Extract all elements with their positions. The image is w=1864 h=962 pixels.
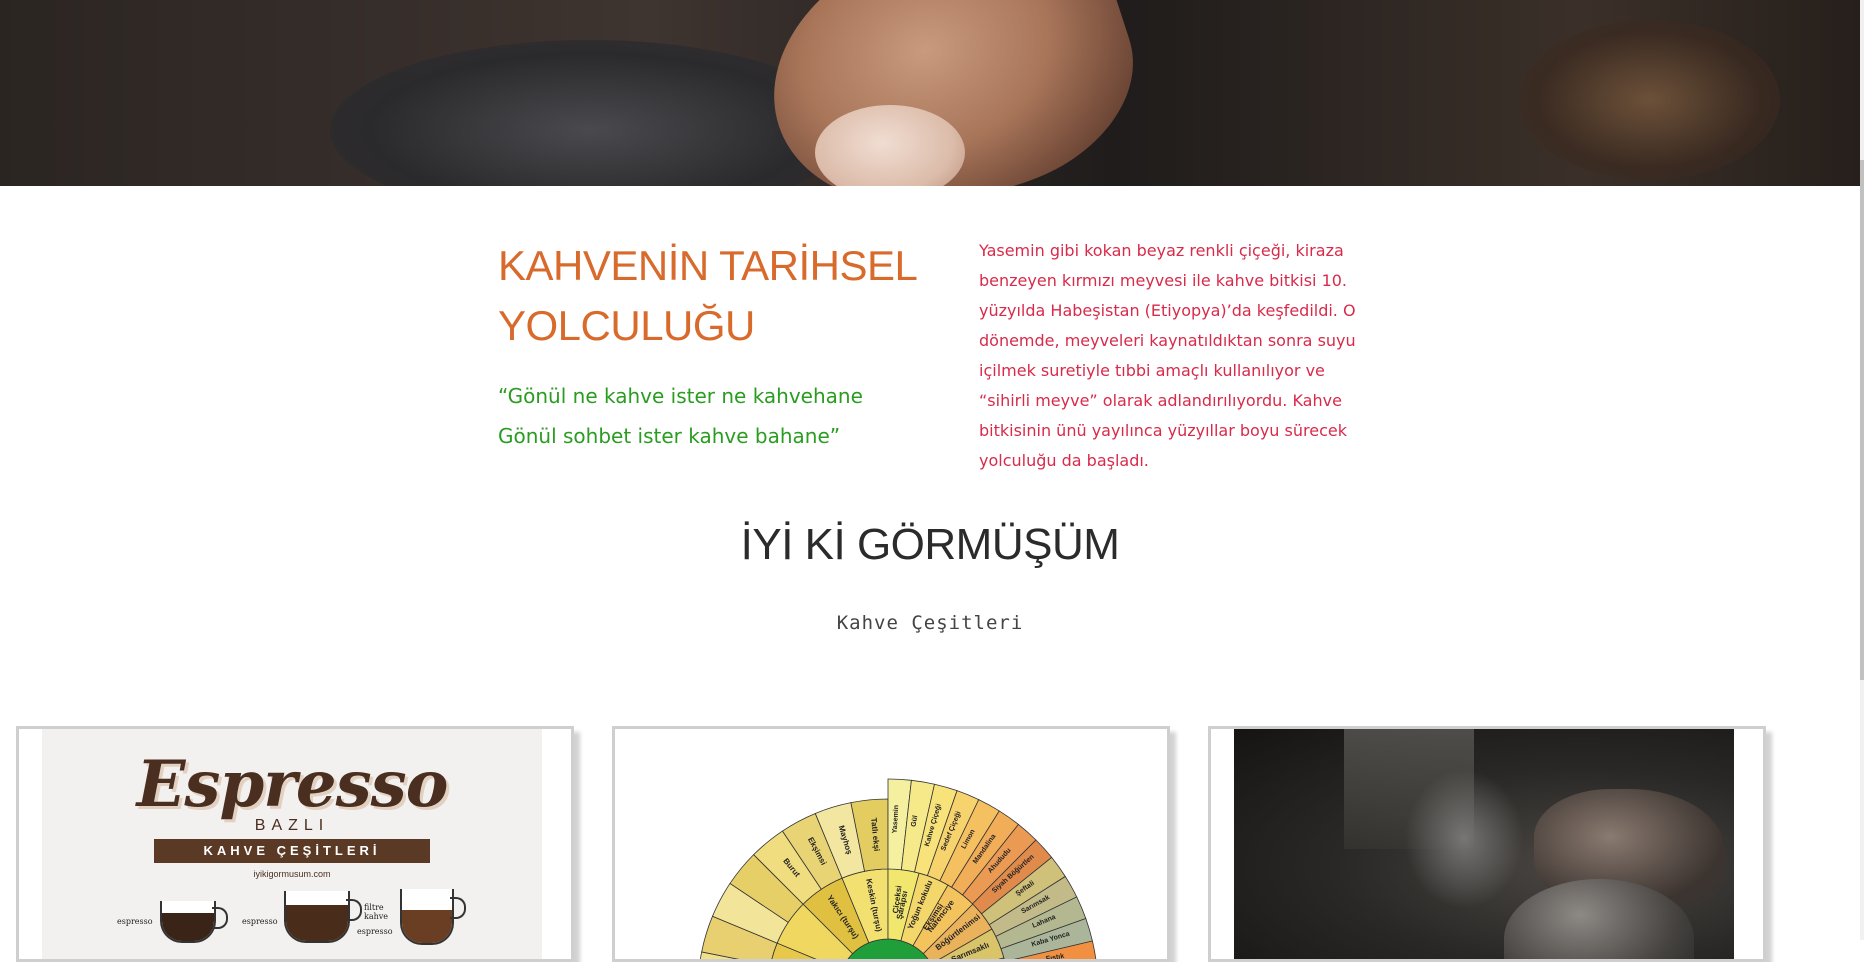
cup-icon [160,901,216,943]
card-photo[interactable] [1208,726,1766,962]
espresso-title: Espresso [136,747,449,822]
scrollbar-thumb[interactable] [1860,160,1864,680]
cup-icon [284,891,350,943]
cup-label: espresso [117,917,153,926]
history-body: Yasemin gibi kokan beyaz renkli çiçeği, … [979,241,1356,470]
flavor-wheel-image: Yasemin Gül Kahve Çiçeği Sedef Çiçeği Limon M… [638,729,1138,959]
hero-image [0,0,1860,186]
espresso-band: KAHVE ÇEŞİTLERİ [154,839,430,863]
espresso-url: iyikigormusum.com [253,869,331,879]
page-scrollbar[interactable] [1860,0,1864,940]
section-title: İYİ Kİ GÖRMÜŞÜM [740,520,1120,569]
history-title: KAHVENİN TARİHSEL YOLCULUĞU [498,236,938,356]
espresso-subtitle: BAZLI [254,817,330,834]
coffee-photo [1234,729,1734,959]
card-espresso[interactable]: Espresso BAZLI KAHVE ÇEŞİTLERİ iyikigorm… [16,726,574,962]
cup-label: espresso [242,917,278,926]
history-quote: “Gönül ne kahve ister ne kahvehane Gönül… [498,376,938,456]
section-subtitle: Kahve Çeşitleri [836,612,1024,634]
history-title-line1: KAHVENİN TARİHSEL [498,242,918,289]
quote-line2: Gönül sohbet ister kahve bahane” [498,424,841,448]
quote-line1: “Gönül ne kahve ister ne kahvehane [498,384,863,408]
espresso-infographic: Espresso BAZLI KAHVE ÇEŞİTLERİ iyikigorm… [42,729,542,959]
cup-icon [400,889,454,945]
flavor-wheel: Yasemin Gül Kahve ÇiçeğiSedef ÇiçeğiLimonM… [700,778,1097,959]
cup-label: espresso [357,927,393,936]
history-title-line2: YOLCULUĞU [498,302,755,349]
card-flavor-wheel[interactable]: Yasemin Gül Kahve Çiçeği Sedef Çiçeği Limon M… [612,726,1170,962]
cup-label: filtre kahve [364,903,389,921]
